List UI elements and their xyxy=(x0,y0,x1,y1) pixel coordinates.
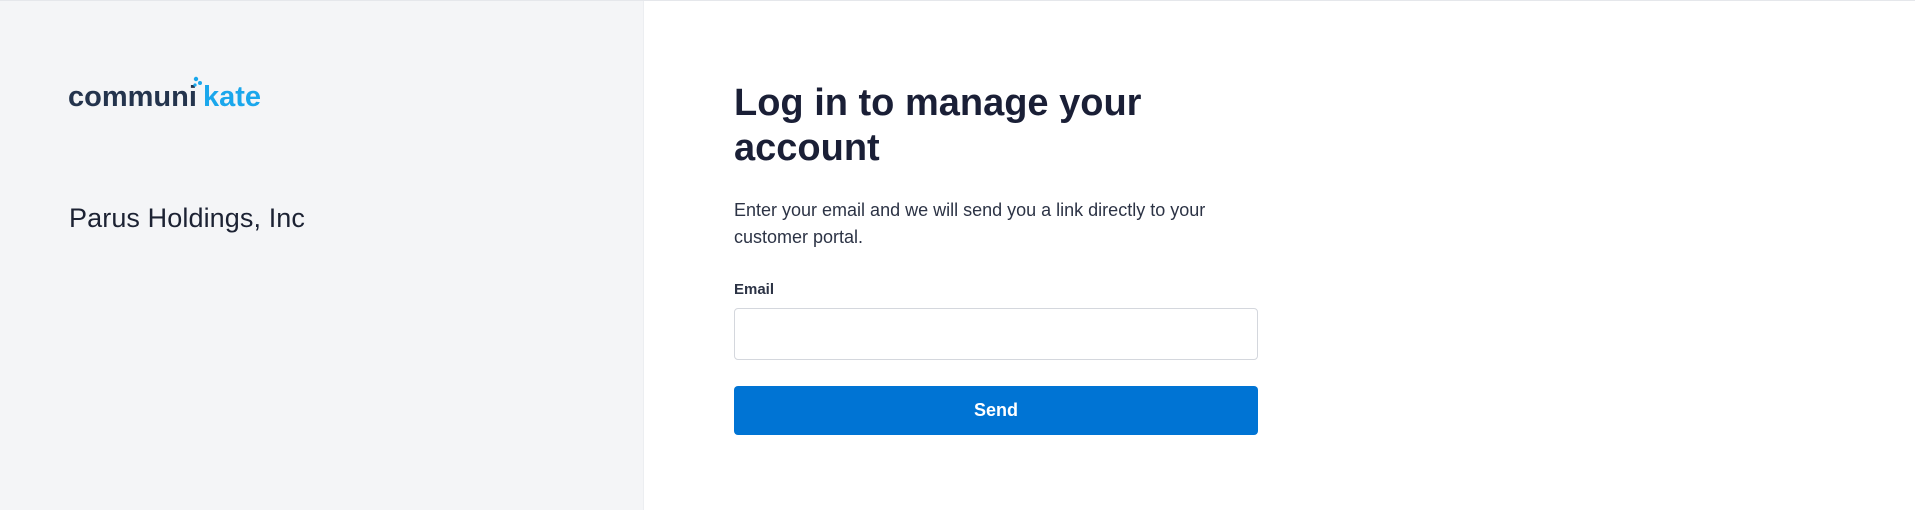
logo-text-accent: kate xyxy=(203,81,261,113)
page-title: Log in to manage your account xyxy=(734,82,1142,169)
login-panel: Log in to manage your account Enter your… xyxy=(644,1,1915,510)
communikate-logo: communi kate xyxy=(68,73,268,113)
login-form: Log in to manage your account Enter your… xyxy=(734,81,1258,435)
brand-panel: communi kate Parus Holdings, Inc xyxy=(0,1,644,510)
company-name: Parus Holdings, Inc xyxy=(69,203,306,233)
login-page: communi kate Parus Holdings, Inc Log in … xyxy=(0,0,1915,510)
email-label: Email xyxy=(734,281,775,298)
login-description: Enter your email and we will send you a … xyxy=(734,200,1206,247)
logo-text-dark: communi xyxy=(68,81,197,113)
send-button[interactable]: Send xyxy=(734,386,1258,435)
logo-wordmark: communi kate xyxy=(68,76,261,113)
email-field[interactable] xyxy=(734,308,1258,360)
